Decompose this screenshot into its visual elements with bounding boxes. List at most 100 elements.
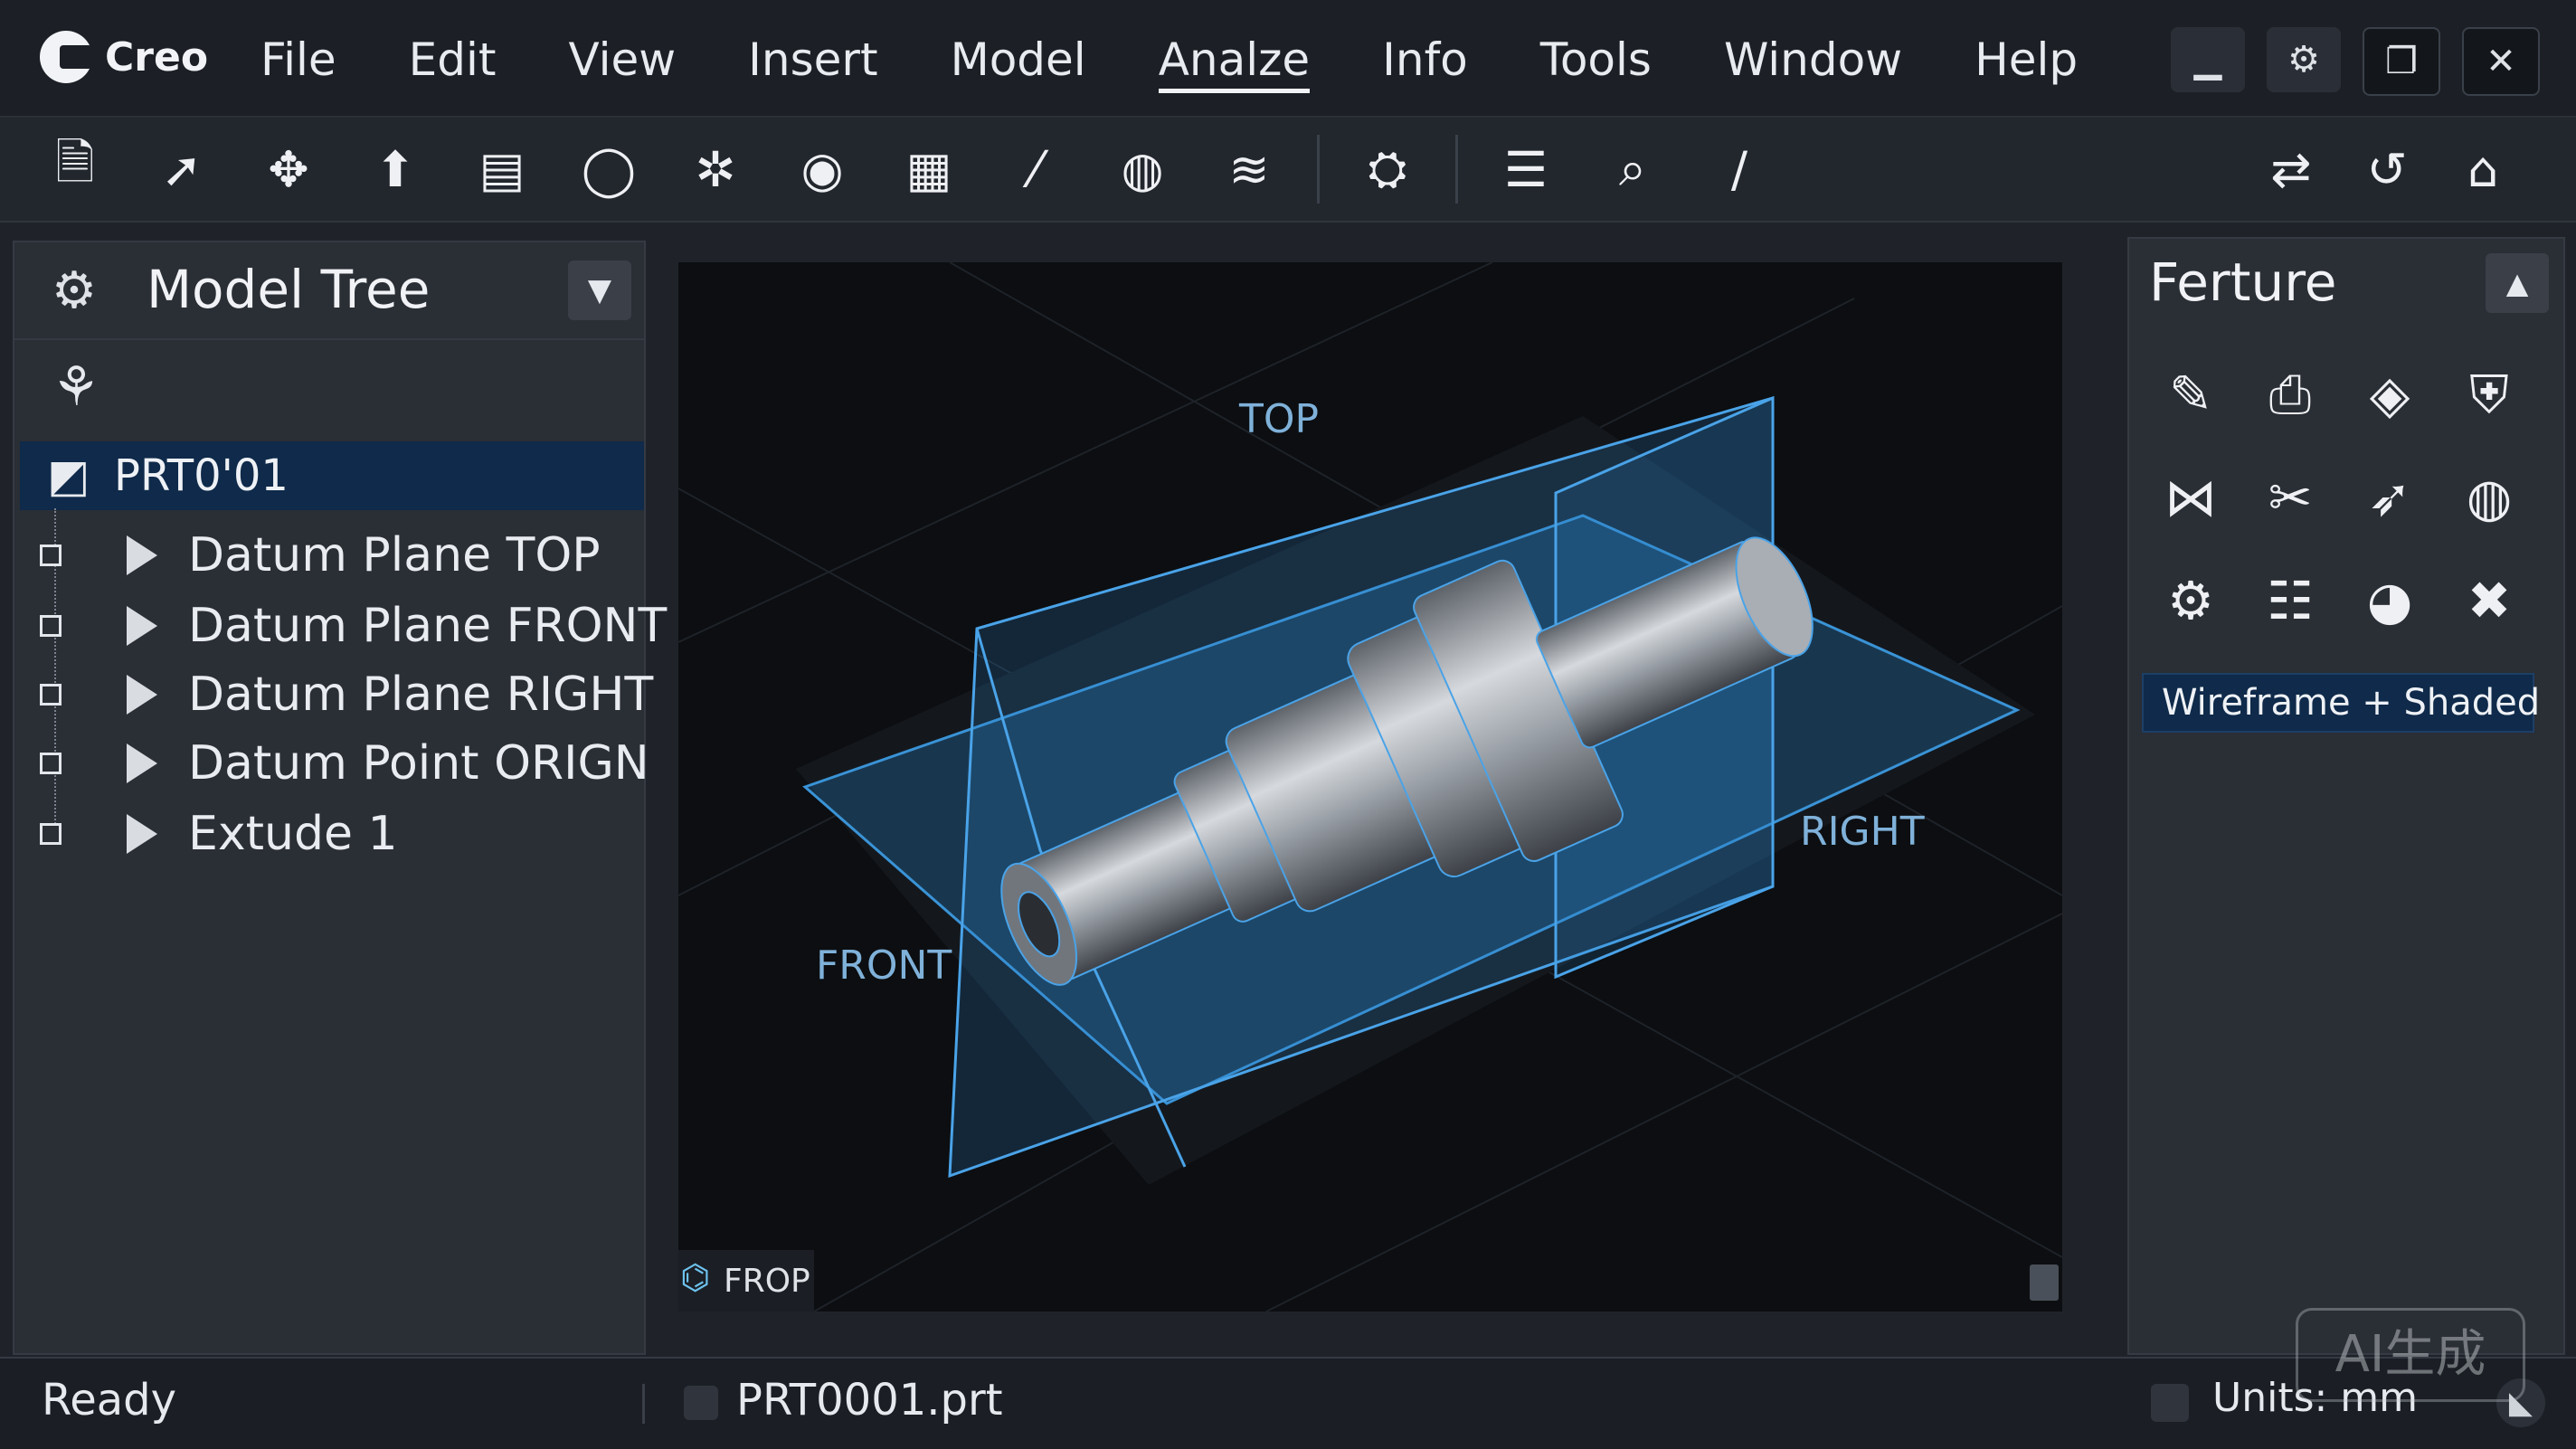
ribbon-toolbar: 🗎 ➚ ✥ ⬆ ▤ ◯ ✲ ◉ ▦ ⁄ ◍ ≋ ⛭ ☰ ⌕ ∕ ⇄ ↺ ⌂ xyxy=(0,118,2576,223)
settings-icon[interactable]: ⚙ xyxy=(2267,27,2341,92)
menu-tools[interactable]: Tools xyxy=(1540,31,1652,93)
tree-item-datum-plane-front[interactable]: Datum Plane FRONT xyxy=(40,593,667,658)
expand-toggle[interactable] xyxy=(40,545,62,566)
view-orientation-icon: ⌬ xyxy=(680,1257,711,1297)
chevron-down-icon[interactable]: ▼ xyxy=(568,260,631,320)
tree-root-part[interactable]: ◩ PRT0'01 xyxy=(20,441,644,510)
revolve-icon[interactable]: ▤ xyxy=(463,130,541,208)
view-manager-icon[interactable]: ☰ xyxy=(1487,130,1565,208)
tree-item-label: Datum Plane TOP xyxy=(188,528,601,582)
gear-assembly-icon[interactable]: ⚙ xyxy=(2149,559,2232,642)
status-bar: Ready PRT0001.prt Units: mm ◣ xyxy=(0,1357,2576,1449)
menu-insert[interactable]: Insert xyxy=(748,31,877,93)
shield-icon[interactable]: ⛨ xyxy=(2448,353,2531,436)
arrow-icon[interactable]: ➶ xyxy=(2348,456,2431,539)
sketch-icon[interactable]: ➚ xyxy=(143,130,221,208)
window-controls: ▁ ⚙ ❐ ✕ xyxy=(2171,27,2540,96)
menu-view[interactable]: View xyxy=(569,31,677,93)
viewport-resize-handle[interactable] xyxy=(2030,1264,2059,1301)
sweep-icon[interactable]: ◯ xyxy=(570,130,648,208)
part-settings-icon[interactable]: ⚘ xyxy=(42,353,110,421)
toolbar-separator xyxy=(1455,135,1458,204)
expand-toggle[interactable] xyxy=(40,823,62,845)
model-tree-icon: ⚙ xyxy=(51,261,98,320)
datum-label-right: RIGHT xyxy=(1800,809,1925,855)
tree-root-label: PRT0'01 xyxy=(114,450,289,501)
chevron-up-icon[interactable]: ▲ xyxy=(2486,253,2549,313)
menu-model[interactable]: Model xyxy=(951,31,1086,93)
tree-item-label: Extude 1 xyxy=(188,807,398,861)
datum-plane-icon xyxy=(127,535,157,575)
menu-help[interactable]: Help xyxy=(1975,31,2078,93)
units-icon xyxy=(2151,1384,2189,1422)
datum-point-icon xyxy=(127,743,157,783)
edit-feature-icon[interactable]: ✎ xyxy=(2149,353,2232,436)
view-orientation[interactable]: ⌬ FROP xyxy=(678,1250,814,1312)
print-icon[interactable]: ⎙ xyxy=(2249,353,2332,436)
menu-window[interactable]: Window xyxy=(1724,31,1902,93)
extrude-feature-icon xyxy=(127,814,157,854)
menu-bar: Creo File Edit View Insert Model Analze … xyxy=(0,0,2576,118)
globe-icon[interactable]: ◍ xyxy=(2448,456,2531,539)
restore-icon[interactable]: ❐ xyxy=(2363,27,2440,96)
expand-toggle[interactable] xyxy=(40,684,62,706)
menu-edit[interactable]: Edit xyxy=(409,31,497,93)
graphics-viewport[interactable]: TOP FRONT RIGHT ⌬ FROP xyxy=(678,262,2062,1312)
status-file-name: PRT0001.prt xyxy=(736,1375,1003,1425)
datum-icon[interactable]: ✥ xyxy=(250,130,327,208)
pen-icon[interactable]: ∕ xyxy=(1700,130,1778,208)
zoom-icon[interactable]: ⌕ xyxy=(1594,130,1672,208)
tree-item-datum-plane-top[interactable]: Datum Plane TOP xyxy=(40,523,637,588)
model-tree-panel: ⚙ Model Tree ▼ ⚘ ◩ PRT0'01 Datum Plane T… xyxy=(13,241,667,1355)
datum-label-top: TOP xyxy=(1239,396,1320,442)
model-tree-header: ⚙ Model Tree ▼ xyxy=(14,242,644,340)
app-name: Creo xyxy=(105,33,209,80)
feature-tool-grid: ✎ ⎙ ◈ ⛨ ⋈ ✂ ➶ ◍ ⚙ ☷ ◕ ✖ xyxy=(2149,353,2547,642)
notes-icon[interactable]: ☷ xyxy=(2249,559,2332,642)
expand-toggle[interactable] xyxy=(40,615,62,637)
close-icon[interactable]: ✕ xyxy=(2462,27,2540,96)
pattern-icon[interactable]: ⛭ xyxy=(1349,130,1426,208)
feature-panel-title: Ferture xyxy=(2149,251,2337,313)
extrude-icon[interactable]: ⬆ xyxy=(356,130,434,208)
undo-redo-icon[interactable]: ↺ xyxy=(2348,130,2426,208)
blend-icon[interactable]: ✲ xyxy=(677,130,754,208)
crossed-tools-icon[interactable]: ✂ xyxy=(2249,456,2332,539)
menu-info[interactable]: Info xyxy=(1382,31,1468,93)
menu-file[interactable]: File xyxy=(260,31,336,93)
model-tree-title: Model Tree xyxy=(147,259,431,320)
status-message: Ready xyxy=(42,1375,177,1425)
tree-item-extrude-1[interactable]: Extude 1 xyxy=(40,801,637,867)
tree-item-label: Datum Point ORIGN xyxy=(188,736,649,791)
view-name: FROP xyxy=(724,1263,810,1300)
expand-toggle[interactable] xyxy=(40,753,62,774)
shell-icon[interactable]: ▦ xyxy=(890,130,968,208)
file-icon xyxy=(684,1386,718,1420)
save-icon[interactable]: 🗎 xyxy=(36,130,114,208)
model-render xyxy=(678,262,2062,1312)
minimize-icon[interactable]: ▁ xyxy=(2171,27,2245,92)
main-menu: File Edit View Insert Model Analze Info … xyxy=(260,31,2150,93)
creo-logo-icon xyxy=(40,31,92,83)
app-logo: Creo xyxy=(40,31,208,83)
display-mode-selector[interactable]: Wireframe + Shaded xyxy=(2142,673,2540,733)
part-icon: ◩ xyxy=(47,450,90,502)
watermark: AI生成 xyxy=(2296,1308,2525,1402)
datum-plane-icon xyxy=(127,675,157,715)
pie-icon[interactable]: ◕ xyxy=(2348,559,2431,642)
measure-icon[interactable]: ◍ xyxy=(1103,130,1181,208)
wrench-icon[interactable]: ✖ xyxy=(2448,559,2531,642)
toolbar-separator xyxy=(1317,135,1320,204)
datum-label-front: FRONT xyxy=(816,942,952,989)
rib-icon[interactable]: ⁄ xyxy=(997,130,1075,208)
regenerate-icon[interactable]: ⇄ xyxy=(2252,130,2330,208)
hole-icon[interactable]: ◉ xyxy=(783,130,861,208)
home-icon[interactable]: ⌂ xyxy=(2444,130,2522,208)
render-icon[interactable]: ≋ xyxy=(1210,130,1288,208)
mesh-icon[interactable]: ⋈ xyxy=(2149,456,2232,539)
menu-analyze[interactable]: Analze xyxy=(1158,31,1311,93)
feature-panel: Ferture ▲ ✎ ⎙ ◈ ⛨ ⋈ ✂ ➶ ◍ ⚙ ☷ ◕ ✖ Wirefr… xyxy=(2127,237,2565,1355)
tree-item-datum-point-origin[interactable]: Datum Point ORIGN xyxy=(40,731,649,796)
eraser-icon[interactable]: ◈ xyxy=(2348,353,2431,436)
tree-item-datum-plane-right[interactable]: Datum Plane RIGHT xyxy=(40,662,653,727)
